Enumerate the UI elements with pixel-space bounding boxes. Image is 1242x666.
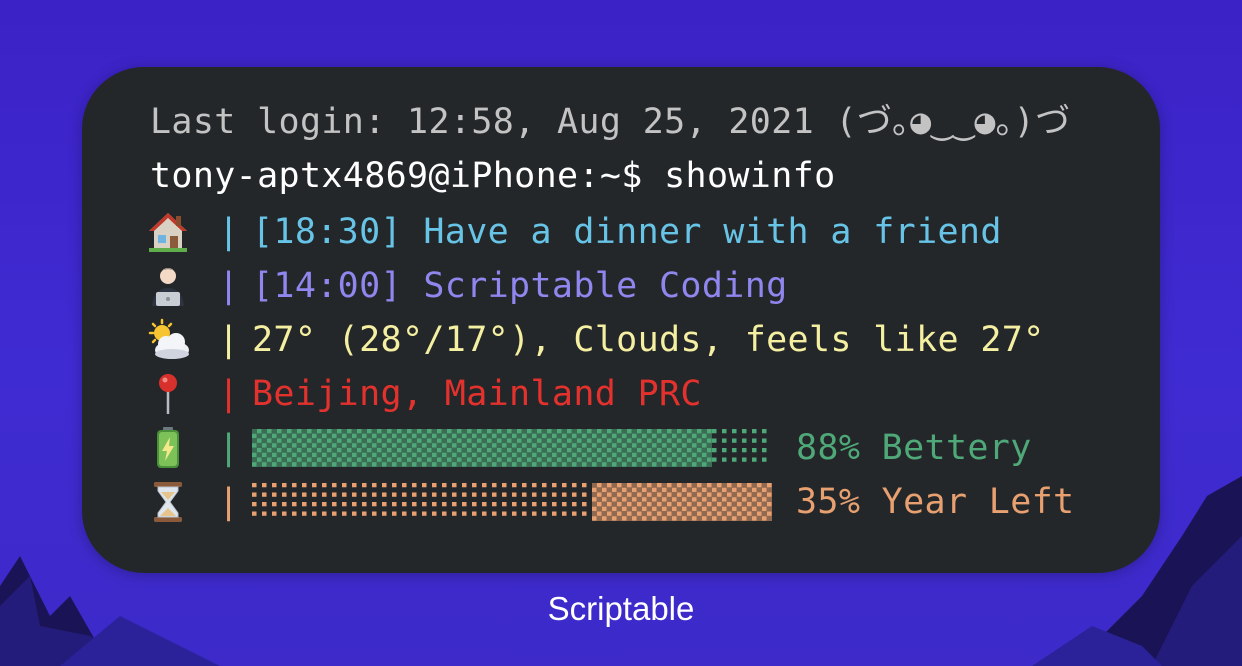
battery-row: | 88% Bettery <box>146 424 1032 472</box>
location-row: | Beijing, Mainland PRC <box>146 370 702 418</box>
technologist-icon <box>146 264 194 308</box>
year-progress-bar <box>252 483 772 521</box>
last-login-line: Last login: 12:58, Aug 25, 2021 (づ｡◕‿‿◕｡… <box>150 102 1071 142</box>
weather-row: | 27° (28°/17°), Clouds, feels like 27° <box>146 316 1045 364</box>
sun-behind-cloud-icon <box>146 318 194 362</box>
year-left-row: | 35% Year Left <box>146 478 1074 526</box>
event-row-dinner: | [18:30] Have a dinner with a friend <box>146 208 1002 256</box>
event-row-coding: | [14:00] Scriptable Coding <box>146 262 788 310</box>
app-label[interactable]: Scriptable <box>0 588 1242 630</box>
separator: | <box>218 212 240 252</box>
separator: | <box>218 320 240 360</box>
prompt-line: tony-aptx4869@iPhone:~$ showinfo <box>150 156 836 196</box>
separator: | <box>218 482 240 522</box>
event-text: [18:30] Have a dinner with a friend <box>252 212 1002 252</box>
pin-icon <box>146 372 194 416</box>
battery-progress-bar <box>252 429 772 467</box>
year-left-text: 35% Year Left <box>796 482 1075 522</box>
separator: | <box>218 428 240 468</box>
scriptable-widget[interactable]: Last login: 12:58, Aug 25, 2021 (づ｡◕‿‿◕｡… <box>82 67 1160 573</box>
battery-text: 88% Bettery <box>796 428 1032 468</box>
location-text: Beijing, Mainland PRC <box>252 374 702 414</box>
weather-text: 27° (28°/17°), Clouds, feels like 27° <box>252 320 1045 360</box>
separator: | <box>218 266 240 306</box>
separator: | <box>218 374 240 414</box>
battery-icon <box>146 426 194 470</box>
hourglass-icon <box>146 480 194 524</box>
house-icon <box>146 210 194 254</box>
event-text: [14:00] Scriptable Coding <box>252 266 788 306</box>
